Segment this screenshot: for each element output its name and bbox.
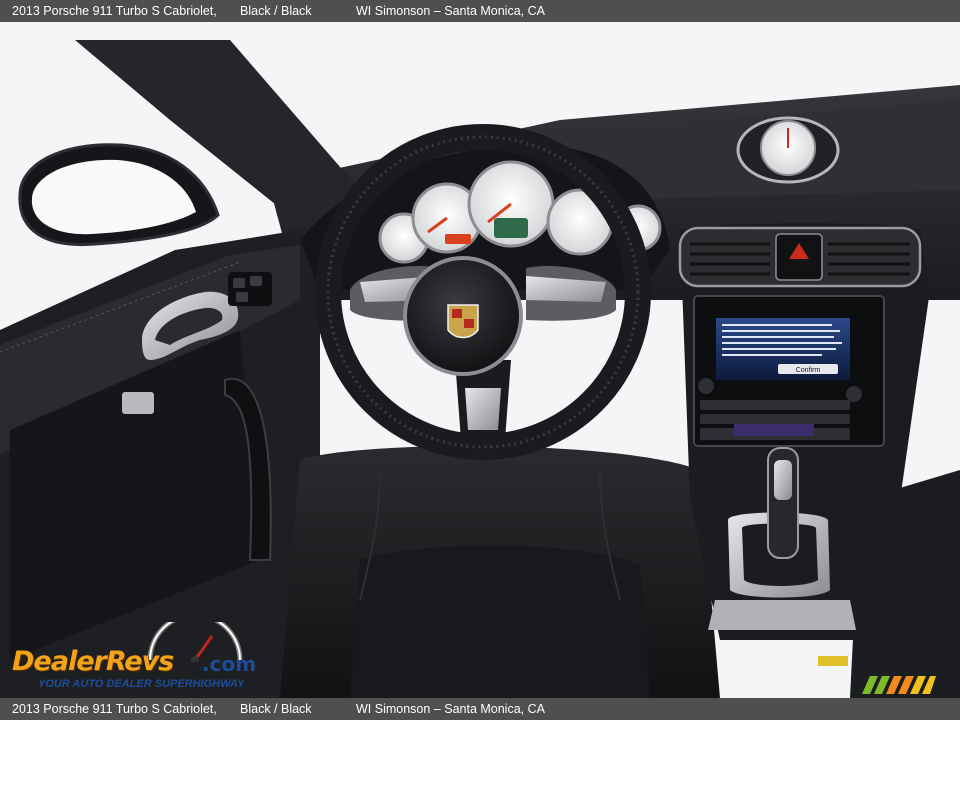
nav-confirm-label: Confirm	[796, 367, 821, 374]
dealer-stripes-logo-icon	[862, 676, 936, 694]
watermark-domain: .com	[202, 652, 257, 676]
door-lock	[122, 392, 154, 414]
watermark-tagline: YOUR AUTO DEALER SUPERHIGHWAY	[38, 678, 245, 690]
watermark-brand: DealerRevs	[12, 646, 174, 677]
caption-bar-bottom: 2013 Porsche 911 Turbo S Cabriolet, Blac…	[0, 698, 960, 720]
caption-bar-top: 2013 Porsche 911 Turbo S Cabriolet, Blac…	[0, 0, 960, 22]
car-color: Black / Black	[240, 4, 312, 18]
window-switches	[228, 272, 272, 306]
car-title-bottom: 2013 Porsche 911 Turbo S Cabriolet,	[12, 702, 217, 716]
car-color-bottom: Black / Black	[240, 702, 312, 716]
interior-photo: Confirm	[0, 22, 960, 698]
car-title: 2013 Porsche 911 Turbo S Cabriolet,	[12, 4, 217, 18]
dealer-location-bottom: WI Simonson – Santa Monica, CA	[356, 702, 545, 716]
dealerrevs-watermark: DealerRevs .com YOUR AUTO DEALER SUPERHI…	[10, 620, 280, 692]
dealer-location: WI Simonson – Santa Monica, CA	[356, 4, 545, 18]
